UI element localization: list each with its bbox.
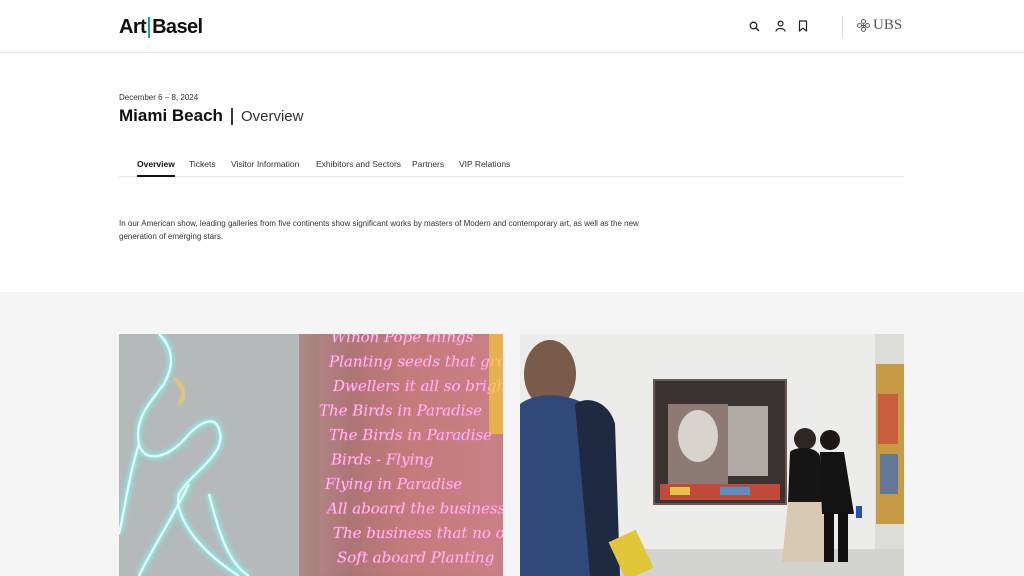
tab-visitor-information[interactable]: Visitor Information bbox=[231, 153, 299, 177]
event-date: December 6 – 8, 2024 bbox=[119, 93, 199, 102]
section-tabs: Overview Tickets Visitor Information Exh… bbox=[119, 153, 904, 177]
section-title: Overview bbox=[240, 107, 304, 125]
logo-divider bbox=[148, 17, 151, 38]
logo-basel-text: Basel bbox=[152, 16, 203, 38]
ubs-partner-logo[interactable]: UBS bbox=[856, 17, 902, 34]
header-actions bbox=[748, 19, 809, 33]
ubs-text: UBS bbox=[873, 17, 903, 33]
ubs-keys-icon bbox=[856, 18, 871, 33]
city-title: Miami Beach bbox=[119, 106, 223, 125]
gallery-visitors-image[interactable] bbox=[520, 334, 904, 576]
neon-artwork-image[interactable]: Winon Pope things Planting seeds that gro… bbox=[119, 334, 503, 576]
logo-art-text: Art bbox=[119, 16, 147, 38]
tab-exhibitors-and-sectors[interactable]: Exhibitors and Sectors bbox=[316, 153, 401, 177]
search-icon[interactable] bbox=[748, 19, 761, 33]
site-header: Art Basel UBS bbox=[0, 0, 1024, 53]
bookmark-icon[interactable] bbox=[796, 19, 809, 33]
tab-vip-relations[interactable]: VIP Relations bbox=[459, 153, 510, 177]
intro-paragraph: In our American show, leading galleries … bbox=[119, 219, 639, 241]
tab-partners[interactable]: Partners bbox=[412, 153, 444, 177]
art-basel-logo[interactable]: Art Basel bbox=[119, 16, 203, 39]
title-separator bbox=[230, 107, 233, 125]
page-title: Miami Beach Overview bbox=[119, 106, 303, 126]
tab-overview[interactable]: Overview bbox=[137, 153, 175, 177]
user-icon[interactable] bbox=[774, 19, 787, 33]
tab-tickets[interactable]: Tickets bbox=[189, 153, 216, 177]
header-divider bbox=[842, 16, 843, 38]
